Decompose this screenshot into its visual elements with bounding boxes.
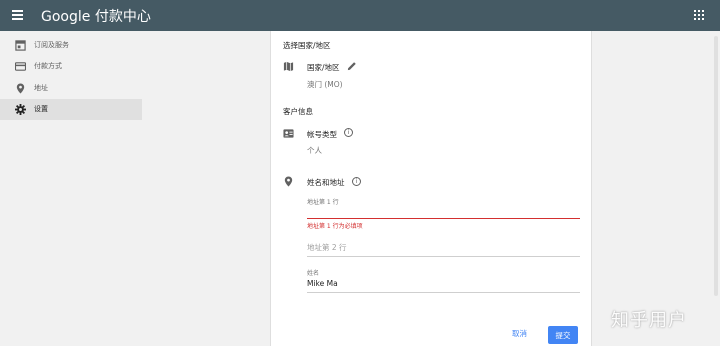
- watermark: 知乎用户: [611, 310, 687, 331]
- country-field-value: 澳门 (MO): [307, 80, 343, 89]
- name-value: Mike Ma: [307, 279, 338, 288]
- sidebar-item-addresses[interactable]: 地址: [0, 78, 142, 99]
- map-icon: [283, 61, 294, 72]
- scrollbar-thumb[interactable]: [714, 36, 718, 296]
- account-card-icon: [283, 129, 294, 138]
- account-type-value: 个人: [307, 146, 322, 155]
- location-pin-icon: [16, 83, 25, 94]
- country-section-title: 选择国家/地区: [283, 41, 331, 50]
- name-field[interactable]: 姓名 Mike Ma: [307, 266, 580, 293]
- sidebar-item-subscriptions[interactable]: 订阅及服务: [0, 35, 142, 56]
- sidebar-item-settings[interactable]: 设置: [0, 99, 142, 120]
- address-line1-error: 地址第 1 行为必填项: [307, 223, 363, 230]
- sidebar-item-label: 设置: [34, 105, 48, 113]
- address-line2-placeholder: 地址第 2 行: [307, 243, 347, 252]
- address-line1-field[interactable]: 地址第 1 行 地址第 1 行为必填项: [307, 194, 580, 230]
- menu-icon[interactable]: [12, 10, 23, 20]
- country-field-label: 国家/地区: [307, 63, 340, 72]
- account-type-label: 帐号类型: [307, 130, 337, 139]
- submit-button[interactable]: 提交: [548, 326, 578, 344]
- address-line1-underline: [307, 218, 580, 219]
- address-line2-underline: [307, 256, 580, 257]
- customer-info-section-title: 客户信息: [283, 107, 313, 116]
- info-icon[interactable]: i: [344, 128, 353, 137]
- sidebar-item-label: 地址: [34, 84, 48, 92]
- sidebar-item-label: 付款方式: [34, 62, 62, 70]
- cancel-button[interactable]: 取消: [512, 328, 527, 339]
- location-pin-icon: [284, 176, 293, 187]
- top-app-bar: Google 付款中心: [0, 0, 720, 31]
- sidebar-item-payment-methods[interactable]: 付款方式: [0, 56, 142, 77]
- pencil-edit-icon[interactable]: [347, 61, 357, 71]
- gear-icon: [15, 104, 26, 115]
- name-address-label: 姓名和地址: [307, 178, 345, 187]
- address-line1-caption: 地址第 1 行: [307, 199, 339, 206]
- credit-card-icon: [15, 62, 26, 71]
- name-caption: 姓名: [307, 270, 320, 277]
- info-icon[interactable]: i: [352, 177, 361, 186]
- settings-card: 选择国家/地区 国家/地区 澳门 (MO) 客户信息 帐号类型 i 个人 姓名和…: [270, 31, 592, 346]
- subscriptions-icon: [15, 40, 26, 51]
- app-title: Google 付款中心: [41, 9, 151, 25]
- address-line2-field[interactable]: 地址第 2 行: [307, 236, 580, 258]
- apps-grid-icon[interactable]: [694, 10, 704, 20]
- sidebar-item-label: 订阅及服务: [34, 41, 69, 49]
- name-underline: [307, 292, 580, 293]
